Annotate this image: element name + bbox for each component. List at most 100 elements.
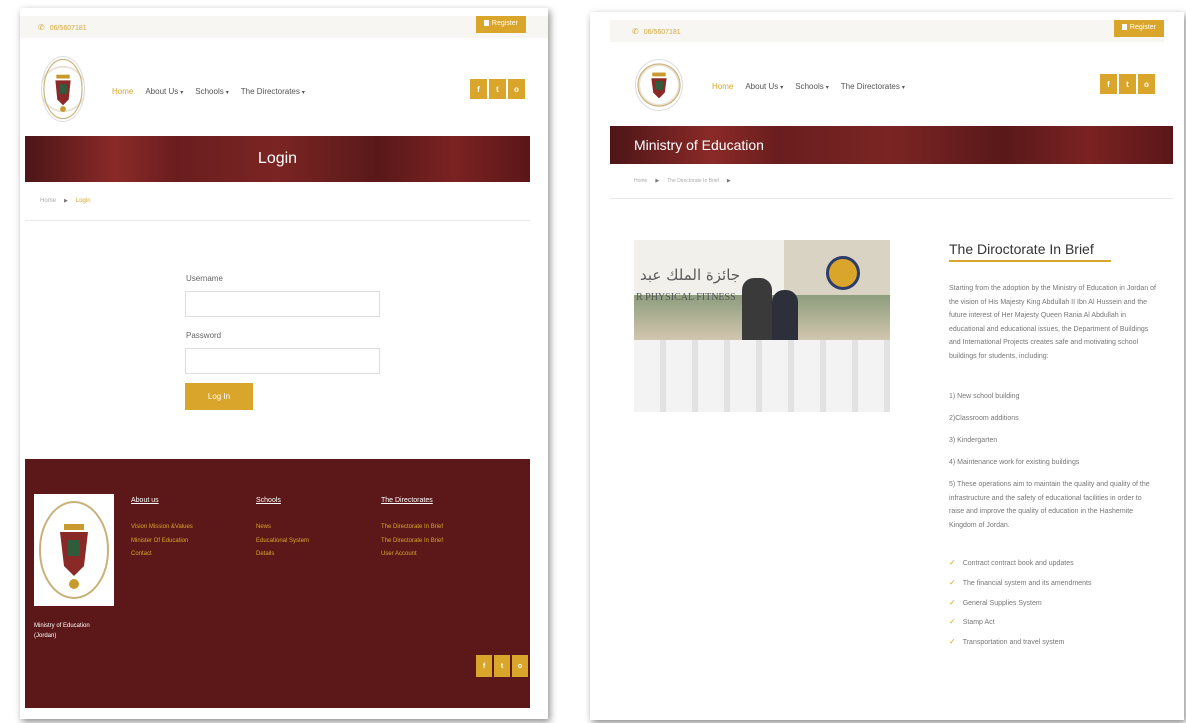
footer-link-directorate-1[interactable]: The Directorate In Brief <box>381 524 443 530</box>
checklist-item: ✓ Transportation and travel system <box>949 637 1065 646</box>
article-item-3: 3) Kindergarten <box>949 437 998 444</box>
footer-social-links: f t o <box>476 655 528 677</box>
username-label: Username <box>186 274 223 283</box>
breadcrumb-home[interactable]: Home <box>634 178 647 184</box>
article-title: The Diroctorate In Brief <box>949 241 1094 257</box>
article-intro: Starting from the adoption by the Minist… <box>949 285 1157 360</box>
user-icon <box>483 20 489 26</box>
social-links: f t o <box>1100 74 1155 94</box>
checklist-item: ✓ Stamp Act <box>949 617 995 626</box>
chevron-down-icon: ▾ <box>780 85 784 91</box>
checklist-item: ✓ The financial system and its amendments <box>949 578 1092 587</box>
check-icon: ✓ <box>949 578 956 587</box>
facebook-icon[interactable]: f <box>476 655 492 677</box>
divider <box>610 198 1173 199</box>
ministry-logo[interactable] <box>635 59 683 111</box>
footer-link-vision[interactable]: Vision Mission &Values <box>131 524 193 530</box>
user-icon <box>1121 24 1127 30</box>
article-item-4: 4) Maintenance work for existing buildin… <box>949 459 1080 466</box>
chevron-down-icon: ▾ <box>225 90 229 96</box>
page-banner: Login <box>25 136 530 182</box>
social-links: f t o <box>470 79 525 99</box>
phone-icon: ✆ <box>632 27 639 36</box>
register-button[interactable]: Register <box>475 16 526 33</box>
breadcrumb-current: Login <box>75 198 91 204</box>
phone-number[interactable]: ✆ 06/5607181 <box>38 23 87 32</box>
login-button[interactable]: Log In <box>185 383 253 410</box>
photo-emblem <box>826 256 860 290</box>
nav-home[interactable]: Home <box>112 87 133 96</box>
chevron-right-icon: ▶ <box>655 178 660 184</box>
footer-title-schools: Schools <box>256 497 281 504</box>
breadcrumb-home[interactable]: Home <box>40 198 56 204</box>
footer-link-user-account[interactable]: User Account <box>381 551 417 557</box>
footer-link-educational-system[interactable]: Educational System <box>256 538 309 544</box>
facebook-icon[interactable]: f <box>470 79 487 99</box>
article-item-5: 5) These operations aim to maintain the … <box>949 481 1150 529</box>
ministry-logo[interactable] <box>41 56 85 122</box>
footer-link-contact[interactable]: Contact <box>131 551 152 557</box>
breadcrumb: Home ▶ The Directorate In Brief ▶ <box>634 178 731 184</box>
username-input[interactable] <box>185 291 380 317</box>
check-icon: ✓ <box>949 637 956 646</box>
photo-arabic-sign: جائزة الملك عبد <box>640 266 741 284</box>
chevron-down-icon: ▾ <box>901 85 905 91</box>
twitter-icon[interactable]: t <box>489 79 506 99</box>
article-item-1: 1) New school building <box>949 393 1020 400</box>
footer-title-directorates: The Directorates <box>381 497 433 504</box>
photo-english-sign: R PHYSICAL FITNESS <box>636 292 736 303</box>
nav-schools[interactable]: Schools ▾ <box>795 82 828 91</box>
nav-home[interactable]: Home <box>712 82 733 91</box>
title-underline <box>949 260 1111 262</box>
chevron-right-icon: ▶ <box>64 198 68 204</box>
breadcrumb: Home ▶ Login <box>40 198 91 204</box>
footer-link-directorate-2[interactable]: The Directorate In Brief <box>381 538 443 544</box>
password-input[interactable] <box>185 348 380 374</box>
footer-link-minister[interactable]: Minister Of Education <box>131 538 188 544</box>
chevron-right-icon: ▶ <box>726 178 731 184</box>
main-nav: Home About Us ▾ Schools ▾ The Directorates… <box>112 87 305 96</box>
nav-directorates[interactable]: The Directorates ▾ <box>841 82 905 91</box>
top-bar: ✆ 06/5607181 Register <box>20 16 548 38</box>
article-item-2: 2)Classroom additions <box>949 415 1019 422</box>
check-icon: ✓ <box>949 598 956 607</box>
check-icon: ✓ <box>949 558 956 567</box>
photo-students <box>634 340 890 412</box>
footer-link-news[interactable]: News <box>256 524 271 530</box>
page-title: Login <box>257 150 298 167</box>
top-bar: ✆ 06/5607181 Register <box>610 20 1164 42</box>
check-icon: ✓ <box>949 617 956 626</box>
nav-directorates[interactable]: The Directorates ▾ <box>241 87 305 96</box>
main-nav: Home About Us ▾ Schools ▾ The Directorates… <box>712 82 905 91</box>
instagram-icon[interactable]: o <box>508 79 525 99</box>
login-page-window: ✆ 06/5607181 Register Home About Us ▾ Scho… <box>20 8 548 719</box>
footer-org-name: Ministry of Education (Jordan) <box>34 623 90 639</box>
footer-title-about: About us <box>131 497 159 504</box>
breadcrumb-current: The Directorate In Brief <box>667 178 719 184</box>
directorate-page-window: ✆ 06/5607181 Register Home About Us ▾ Scho… <box>590 12 1184 720</box>
checklist-item: ✓ Contract contract book and updates <box>949 558 1074 567</box>
nav-about-us[interactable]: About Us ▾ <box>745 82 783 91</box>
page-title: Ministry of Education <box>634 137 764 153</box>
nav-about-us[interactable]: About Us ▾ <box>145 87 183 96</box>
phone-icon: ✆ <box>38 23 45 32</box>
twitter-icon[interactable]: t <box>1119 74 1136 94</box>
footer-logo <box>34 494 114 606</box>
checklist-item: ✓ General Supplies System <box>949 598 1042 607</box>
nav-schools[interactable]: Schools ▾ <box>195 87 228 96</box>
divider <box>25 220 530 221</box>
page-banner: Ministry of Education <box>610 126 1173 164</box>
chevron-down-icon: ▾ <box>301 90 305 96</box>
facebook-icon[interactable]: f <box>1100 74 1117 94</box>
phone-number[interactable]: ✆ 06/5607181 <box>632 27 681 36</box>
article-photo: جائزة الملك عبد R PHYSICAL FITNESS <box>634 240 890 412</box>
footer-link-details[interactable]: Details <box>256 551 274 557</box>
register-button[interactable]: Register <box>1113 20 1164 37</box>
chevron-down-icon: ▾ <box>180 90 184 96</box>
instagram-icon[interactable]: o <box>512 655 528 677</box>
chevron-down-icon: ▾ <box>825 85 829 91</box>
instagram-icon[interactable]: o <box>1138 74 1155 94</box>
password-label: Password <box>186 331 222 340</box>
footer: About us Vision Mission &Values Minister… <box>25 459 530 708</box>
twitter-icon[interactable]: t <box>494 655 510 677</box>
